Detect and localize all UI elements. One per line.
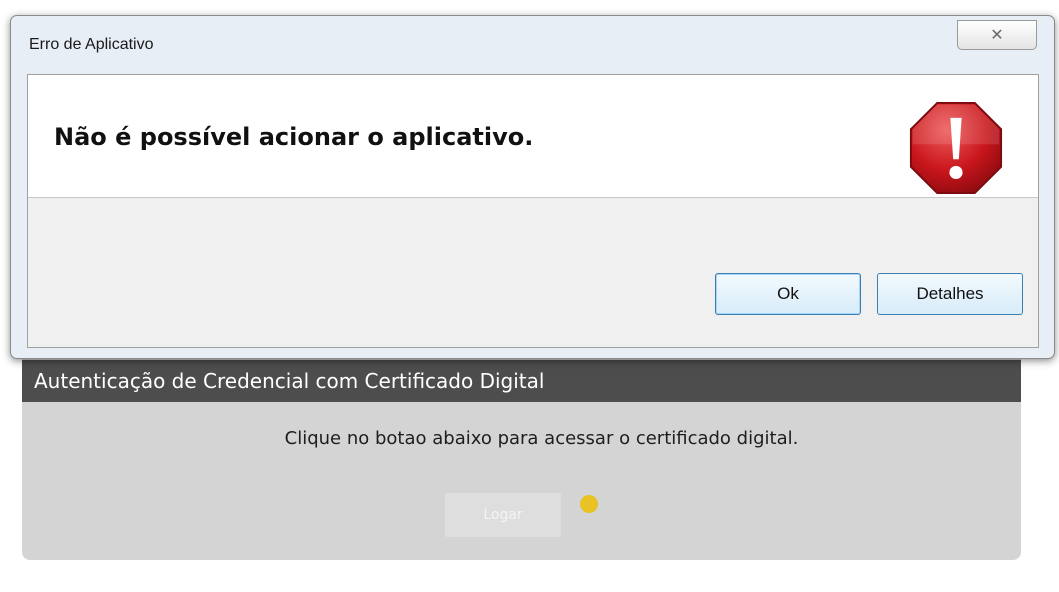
instruction-text: Clique no botao abaixo para acessar o ce… xyxy=(284,428,799,449)
status-indicator xyxy=(580,495,598,513)
dialog-content: Não é possível acionar o aplicativo. Ok … xyxy=(27,74,1039,348)
close-icon: ✕ xyxy=(990,25,1004,44)
details-button[interactable]: Detalhes xyxy=(877,273,1023,315)
message-area: Não é possível acionar o aplicativo. xyxy=(28,75,1038,198)
close-button[interactable]: ✕ xyxy=(957,20,1037,50)
ok-button[interactable]: Ok xyxy=(715,273,861,315)
error-message: Não é possível acionar o aplicativo. xyxy=(54,123,534,151)
error-stop-icon xyxy=(909,101,1003,195)
login-button[interactable]: Logar xyxy=(445,493,561,537)
dialog-title: Erro de Aplicativo xyxy=(29,36,154,53)
panel-header: Autenticação de Credencial com Certifica… xyxy=(22,360,1021,402)
certificate-auth-panel: Autenticação de Credencial com Certifica… xyxy=(22,350,1021,560)
error-dialog: Erro de Aplicativo ✕ Não é possível acio… xyxy=(10,15,1055,359)
